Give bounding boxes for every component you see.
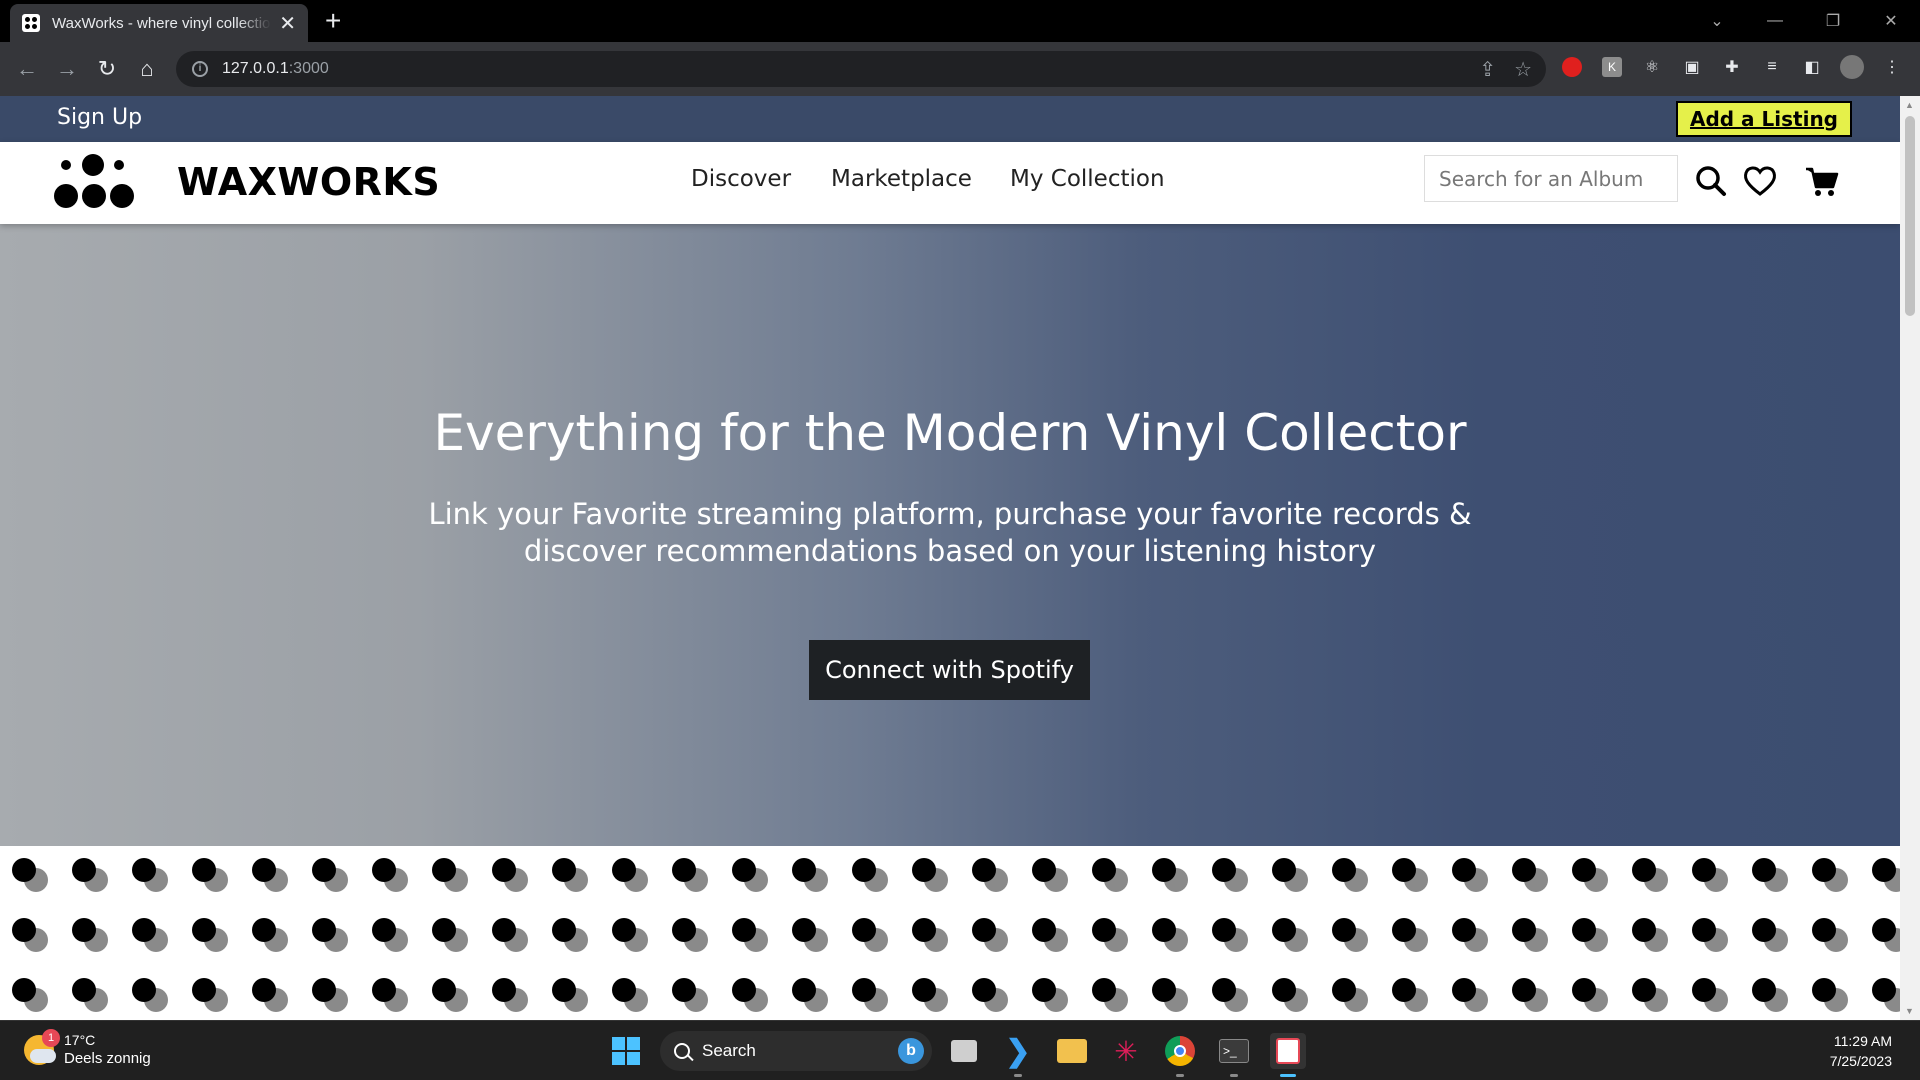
windows-taskbar: 1 17°C Deels zonnig Search b ❯ ✳ >_ 11:2… [0,1020,1920,1080]
weather-temperature: 17°C [64,1032,96,1048]
hero-headline: Everything for the Modern Vinyl Collecto… [433,404,1467,462]
extension-adblock-icon[interactable] [1560,55,1584,79]
clock-date: 7/25/2023 [1829,1053,1892,1069]
main-navigation: WAXWORKS Discover Marketplace My Collect… [0,142,1900,224]
browser-tab-bar: WaxWorks - where vinyl collectio ✕ + ⌄ —… [0,0,1920,42]
browser-toolbar: ← → ↻ ⌂ i 127.0.0.1 :3000 ⇪ ☆ K ⚛ ▣ ✚ ≡ … [0,42,1920,96]
hero-section: Everything for the Modern Vinyl Collecto… [0,224,1900,846]
partly-sunny-icon: 1 [24,1029,60,1065]
hero-subtext: Link your Favorite streaming platform, p… [428,497,1472,568]
weather-widget[interactable]: 1 17°C Deels zonnig [24,1029,151,1069]
bookmark-star-icon[interactable]: ☆ [1514,57,1532,82]
browser-menu-icon[interactable]: ⋮ [1880,55,1904,79]
back-icon[interactable]: ← [12,54,42,84]
notification-badge: 1 [42,1029,60,1047]
search-icon[interactable] [1691,161,1731,201]
site-favicon-icon [22,14,40,32]
album-search-box [1424,155,1678,202]
album-search-input[interactable] [1439,166,1669,191]
top-strip: Sign Up Add a Listing [0,96,1900,142]
minimize-button[interactable]: — [1746,12,1804,30]
nav-my-collection[interactable]: My Collection [1010,166,1165,192]
page-scrollbar[interactable]: ▲ ▼ [1900,96,1920,1020]
restore-button[interactable]: ❐ [1804,11,1862,31]
window-controls: ⌄ — ❐ ✕ [1688,0,1920,42]
forward-icon[interactable]: → [52,54,82,84]
slack-icon[interactable]: ✳ [1108,1033,1144,1069]
windows-start-icon[interactable] [612,1037,640,1065]
heart-icon[interactable] [1740,161,1780,201]
web-page: Sign Up Add a Listing WAXWORKS Discover … [0,96,1900,1020]
search-icon [674,1043,690,1059]
taskbar-search-label: Search [702,1041,756,1060]
snipping-tool-icon[interactable] [1270,1033,1306,1077]
bing-icon[interactable]: b [898,1038,924,1064]
nav-discover[interactable]: Discover [691,166,791,192]
home-icon[interactable]: ⌂ [132,54,162,84]
address-bar[interactable]: i 127.0.0.1 :3000 ⇪ ☆ [176,51,1546,87]
signup-link[interactable]: Sign Up [57,105,142,130]
scrollbar-thumb[interactable] [1905,116,1915,316]
extension-k-icon[interactable]: K [1600,55,1624,79]
extension-screen-icon[interactable]: ▣ [1680,55,1704,79]
system-clock[interactable]: 11:29 AM 7/25/2023 [1830,1031,1892,1071]
brand-name[interactable]: WAXWORKS [177,160,440,204]
browser-tab-active[interactable]: WaxWorks - where vinyl collectio ✕ [10,4,308,42]
new-tab-button[interactable]: + [325,6,341,36]
vinyl-dot-pattern [0,846,1900,1020]
tab-close-icon[interactable]: ✕ [279,11,296,36]
side-panel-icon[interactable]: ◧ [1800,55,1824,79]
scroll-up-icon[interactable]: ▲ [1905,100,1914,110]
close-window-button[interactable]: ✕ [1862,11,1920,31]
tab-search-icon[interactable]: ⌄ [1688,11,1746,31]
taskbar-search[interactable]: Search b [660,1031,932,1071]
nav-marketplace[interactable]: Marketplace [831,166,972,192]
connect-spotify-button[interactable]: Connect with Spotify [809,640,1090,700]
chrome-icon[interactable] [1162,1033,1198,1077]
weather-condition: Deels zonnig [64,1050,151,1067]
url-port: :3000 [288,60,329,77]
terminal-icon[interactable]: >_ [1216,1033,1252,1077]
add-listing-button[interactable]: Add a Listing [1676,101,1852,137]
reload-icon[interactable]: ↻ [92,54,122,84]
profile-avatar[interactable] [1840,55,1864,79]
file-explorer-icon[interactable] [1054,1033,1090,1069]
tab-title: WaxWorks - where vinyl collectio [52,14,271,32]
task-view-icon[interactable] [946,1033,982,1069]
vscode-icon[interactable]: ❯ [1000,1033,1036,1077]
site-info-icon[interactable]: i [192,61,208,77]
reading-list-icon[interactable]: ≡ [1760,55,1784,79]
extension-react-icon[interactable]: ⚛ [1640,55,1664,79]
share-icon[interactable]: ⇪ [1479,57,1496,82]
extensions-puzzle-icon[interactable]: ✚ [1720,55,1744,79]
clock-time: 11:29 AM [1833,1033,1892,1049]
cart-icon[interactable] [1802,161,1842,201]
scroll-down-icon[interactable]: ▼ [1905,1006,1914,1016]
url-host: 127.0.0.1 [222,60,289,77]
waxworks-logo-icon[interactable] [52,150,142,214]
